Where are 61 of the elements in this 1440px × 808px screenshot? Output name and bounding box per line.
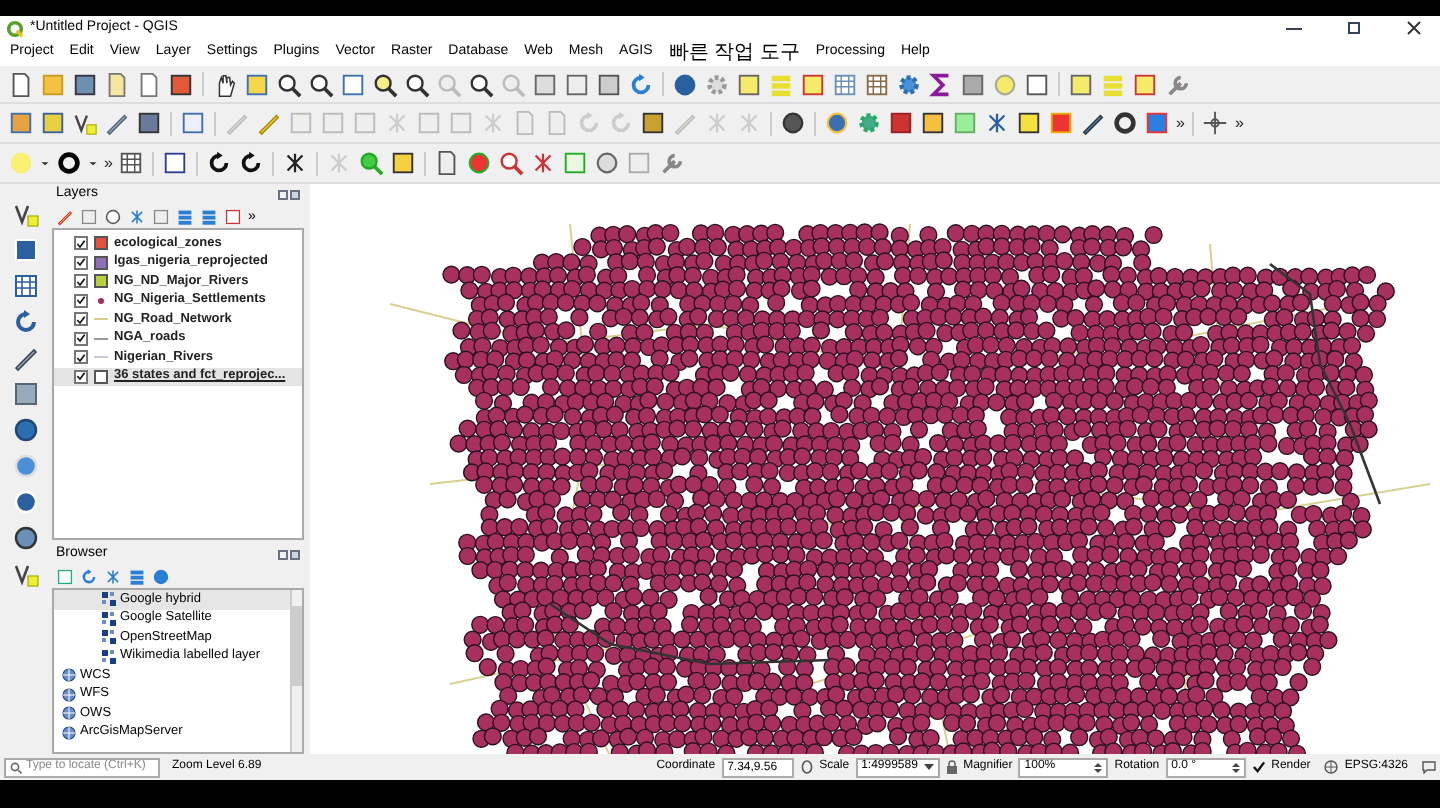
crosshair-icon[interactable] xyxy=(1202,110,1229,136)
new-temporary-layer-icon[interactable] xyxy=(104,110,130,136)
wrench-icon[interactable] xyxy=(658,150,685,176)
spin-arrows-icon xyxy=(1231,761,1240,773)
collapse-icon[interactable] xyxy=(200,207,218,225)
overflow-button[interactable]: » xyxy=(104,155,113,171)
overflow-button[interactable]: » xyxy=(1176,115,1185,131)
close-panel-icon[interactable] xyxy=(290,189,300,199)
rotate-right-icon[interactable] xyxy=(206,150,233,176)
messages-icon[interactable] xyxy=(1422,760,1436,774)
scrollbar[interactable] xyxy=(290,590,302,752)
lock-icon[interactable] xyxy=(945,760,958,774)
add-virtual-layer-icon[interactable] xyxy=(12,560,40,588)
float-panel-icon[interactable] xyxy=(278,189,288,199)
add-vector-icon[interactable] xyxy=(12,200,40,228)
zoom-point-icon[interactable] xyxy=(498,150,525,176)
close-panel-icon[interactable] xyxy=(290,549,300,559)
menu-item[interactable]: 빠른 작업 도구 xyxy=(668,38,800,68)
layer-checkbox[interactable] xyxy=(74,293,88,308)
app-logo-icon xyxy=(6,19,24,37)
layer-checkbox[interactable] xyxy=(74,312,88,327)
float-panel-icon[interactable] xyxy=(278,549,288,559)
expand-icon[interactable] xyxy=(176,207,194,225)
statistics-icon[interactable] xyxy=(928,71,954,97)
rotate-left-icon[interactable] xyxy=(238,150,265,176)
zoom-out-icon[interactable] xyxy=(308,71,334,97)
minimize-icon[interactable] xyxy=(1286,27,1302,29)
collapse-icon[interactable] xyxy=(128,567,146,585)
attribute-table-icon[interactable] xyxy=(832,71,858,97)
refresh-icon[interactable] xyxy=(80,567,98,585)
close-icon[interactable] xyxy=(1406,20,1422,36)
layer-checkbox[interactable] xyxy=(74,369,88,384)
layer-checkbox[interactable] xyxy=(74,274,88,289)
zoom-in-icon[interactable] xyxy=(276,71,302,97)
refresh-icon[interactable] xyxy=(628,71,654,97)
tile-grid-icon xyxy=(102,592,116,607)
edit-style-icon[interactable] xyxy=(1080,110,1106,136)
layer-checkbox[interactable] xyxy=(74,331,88,346)
tile-grid-icon xyxy=(102,611,116,626)
ring-icon[interactable] xyxy=(56,150,82,176)
caret-icon xyxy=(923,763,934,771)
tile-grid-icon xyxy=(102,630,116,645)
field-calculator-icon[interactable] xyxy=(864,71,890,97)
wrench-icon[interactable] xyxy=(1164,71,1190,97)
toggle-editing-icon[interactable] xyxy=(256,110,282,136)
zoom-last-icon[interactable] xyxy=(468,71,494,97)
layer-checkbox[interactable] xyxy=(74,255,88,270)
restore-icon[interactable] xyxy=(1348,22,1360,34)
overflow-button[interactable]: » xyxy=(1234,115,1244,131)
search-icon xyxy=(10,761,22,773)
new-shapefile-icon[interactable] xyxy=(72,110,98,136)
new-file-icon[interactable] xyxy=(8,71,34,97)
spin-arrows-icon xyxy=(1094,761,1103,773)
zoom-to-layer-icon[interactable] xyxy=(404,71,430,97)
layer-checkbox[interactable] xyxy=(74,350,88,365)
mouse-icon[interactable] xyxy=(799,760,814,774)
layer-checkbox[interactable] xyxy=(74,236,88,251)
tile-grid-icon xyxy=(102,649,116,664)
render-checkbox[interactable] xyxy=(1251,760,1266,774)
zoom-to-selection-icon[interactable] xyxy=(372,71,398,97)
georeferencer-icon[interactable] xyxy=(162,150,189,176)
